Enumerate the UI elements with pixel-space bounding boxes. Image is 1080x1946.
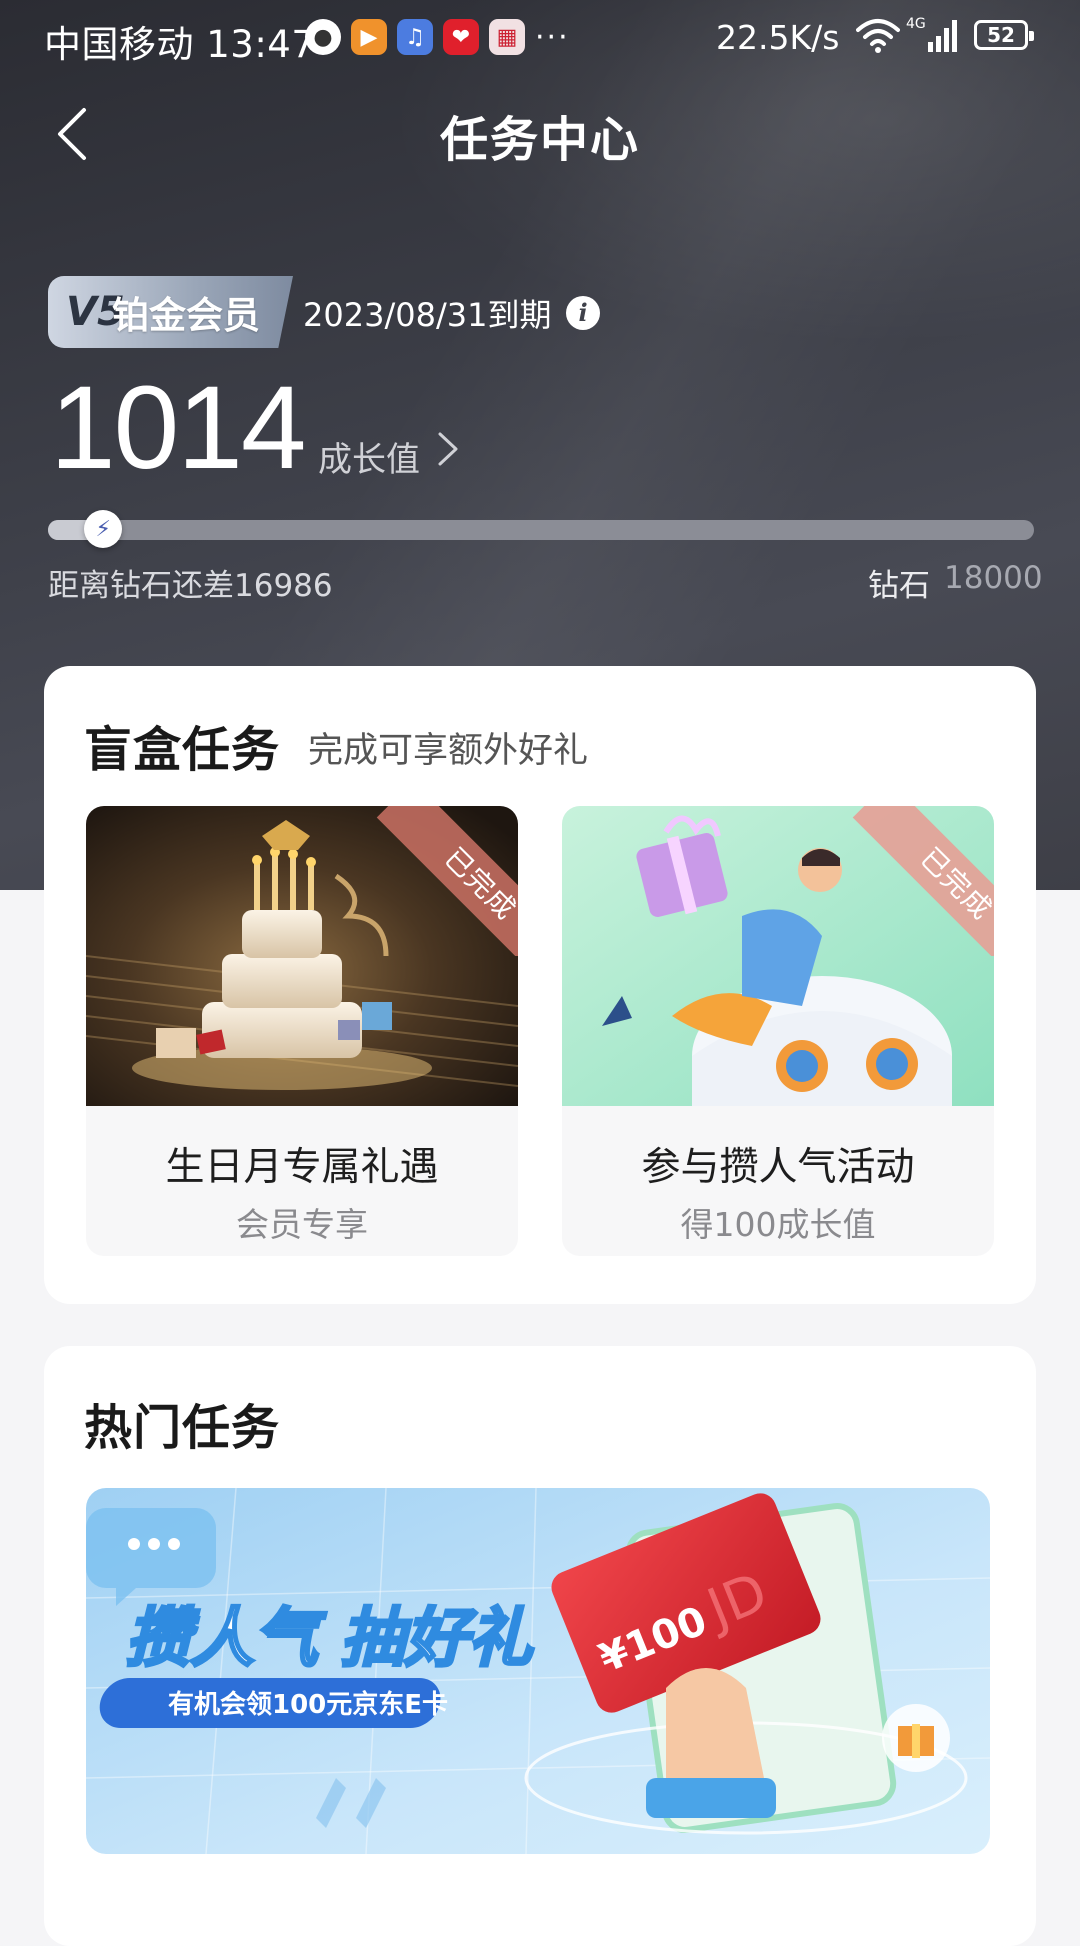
network-type-label: 4G [906, 16, 926, 32]
member-tier: 铂金会员 [112, 294, 260, 337]
popularity-lottery-banner[interactable]: 攒人气 抽好礼 有机会领100元京东E卡 ¥100 JD [86, 1488, 990, 1854]
hot-tasks-card: 热门任务 攒人气 抽好礼 有机会领100元京东E卡 ¥100 JD [44, 1346, 1036, 1946]
blind-box-item-desc: 会员专享 [236, 1205, 368, 1244]
next-tier-label: 钻石 [868, 568, 930, 604]
membership-expiry: 2023/08/31到期 [303, 296, 552, 334]
banner-subtitle: 有机会领100元京东E卡 [168, 1689, 448, 1720]
banner-headline: 攒人气 抽好礼 [126, 1602, 534, 1676]
blind-box-item[interactable]: 已完成 生日月专属礼遇 会员专享 [86, 806, 518, 1256]
lightning-icon: ⚡ [84, 510, 123, 548]
section-title: 热门任务 [84, 1400, 281, 1456]
blind-box-item-title: 参与攒人气活动 [641, 1145, 915, 1190]
shopping-app-icon: ❤ [443, 19, 479, 55]
chevron-right-icon[interactable] [436, 428, 460, 470]
completed-ribbon: 已完成 [368, 806, 518, 956]
network-speed: 22.5K/s [716, 18, 840, 57]
blind-box-task-card: 盲盒任务 完成可享额外好礼 已完成 生日月专属礼遇 会员专享 已完成 参与攒人气… [44, 666, 1036, 1304]
member-tier-badge[interactable]: V5 铂金会员 [48, 276, 293, 348]
gift-app-icon: ▦ [489, 19, 525, 55]
completed-label: 已完成 [852, 806, 994, 956]
remaining-to-next-tier: 距离钻石还差16986 [48, 568, 333, 604]
completed-ribbon: 已完成 [844, 806, 994, 956]
cellular-signal-icon: 4G [906, 16, 957, 52]
page-title: 任务中心 [439, 112, 640, 168]
video-app-icon: ▶ [351, 19, 387, 55]
growth-points: 1014 [50, 362, 307, 494]
next-tier-threshold: 18000 [944, 560, 1043, 596]
growth-points-label[interactable]: 成长值 [318, 432, 420, 481]
section-title: 盲盒任务 [84, 722, 281, 778]
section-subtitle: 完成可享额外好礼 [308, 731, 589, 771]
app-notification-icon: ● [305, 19, 341, 55]
blind-box-item[interactable]: 已完成 参与攒人气活动 得100成长值 [562, 806, 994, 1256]
status-bar: 中国移动 13:47 ● ▶ ♫ ❤ ▦ ··· 22.5K/s 4G 52 [0, 0, 1080, 76]
music-app-icon: ♫ [397, 19, 433, 55]
member-level: V5 [66, 289, 125, 335]
growth-progress-bar [48, 520, 1034, 540]
battery-indicator: 52 [974, 20, 1034, 50]
blind-box-item-desc: 得100成长值 [680, 1205, 876, 1244]
info-icon[interactable]: i [566, 296, 600, 330]
wifi-icon [856, 19, 900, 53]
blind-box-item-title: 生日月专属礼遇 [165, 1145, 439, 1190]
notification-icons: ● ▶ ♫ ❤ ▦ ··· [305, 19, 570, 55]
completed-label: 已完成 [376, 806, 518, 956]
carrier-time: 中国移动 13:47 [44, 23, 316, 66]
more-notifications-icon: ··· [535, 19, 570, 55]
